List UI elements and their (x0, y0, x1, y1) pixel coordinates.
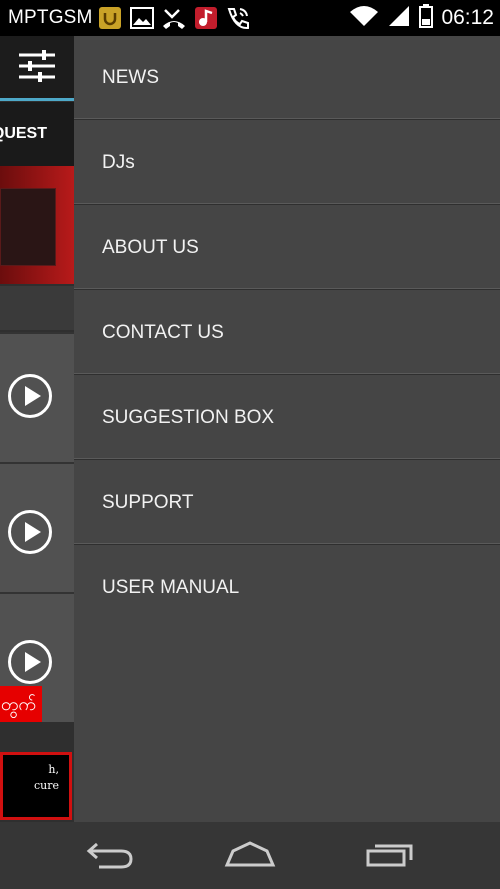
music-app-icon (193, 5, 219, 31)
play-icon[interactable] (8, 510, 52, 554)
carrier-name: MPTGSM (8, 7, 93, 28)
play-icon[interactable] (8, 374, 52, 418)
menu-item-djs[interactable]: DJs (74, 121, 500, 205)
list-item[interactable] (0, 332, 74, 462)
banner-image (0, 166, 74, 284)
home-button[interactable] (220, 836, 280, 876)
wifi-icon (349, 4, 379, 33)
recents-icon (365, 839, 415, 874)
drawer-toggle-button[interactable] (0, 36, 74, 100)
menu-item-about-us[interactable]: ABOUT US (74, 206, 500, 290)
list-item[interactable] (0, 462, 74, 592)
menu-item-support[interactable]: SUPPORT (74, 461, 500, 545)
system-nav-bar (0, 822, 500, 889)
menu-item-suggestion-box[interactable]: SUGGESTION BOX (74, 376, 500, 460)
call-icon (225, 5, 251, 31)
red-label-badge: တွက် (0, 686, 42, 722)
menu-item-contact-us[interactable]: CONTACT US (74, 291, 500, 375)
back-icon (85, 839, 135, 874)
navigation-drawer: NEWS DJs ABOUT US CONTACT US SUGGESTION … (74, 36, 500, 822)
battery-icon (419, 3, 434, 33)
image-icon (129, 5, 155, 31)
play-icon[interactable] (8, 640, 52, 684)
notification-app-icon (97, 5, 123, 31)
status-bar: MPTGSM 06:12 (0, 0, 500, 36)
menu-item-user-manual[interactable]: USER MANUAL (74, 546, 500, 630)
missed-call-icon (161, 5, 187, 31)
sliders-icon (18, 49, 56, 88)
tab-request[interactable]: QUEST (0, 102, 74, 166)
home-icon (223, 839, 277, 874)
tab-indicator (0, 98, 74, 101)
back-button[interactable] (80, 836, 140, 876)
clock: 06:12 (441, 6, 494, 29)
section-divider (0, 286, 74, 330)
main-content-pane: QUEST တွက် h, cure (0, 36, 74, 822)
recents-button[interactable] (360, 836, 420, 876)
signal-icon (387, 4, 411, 33)
menu-item-news[interactable]: NEWS (74, 36, 500, 120)
promo-banner: h, cure (0, 752, 72, 820)
